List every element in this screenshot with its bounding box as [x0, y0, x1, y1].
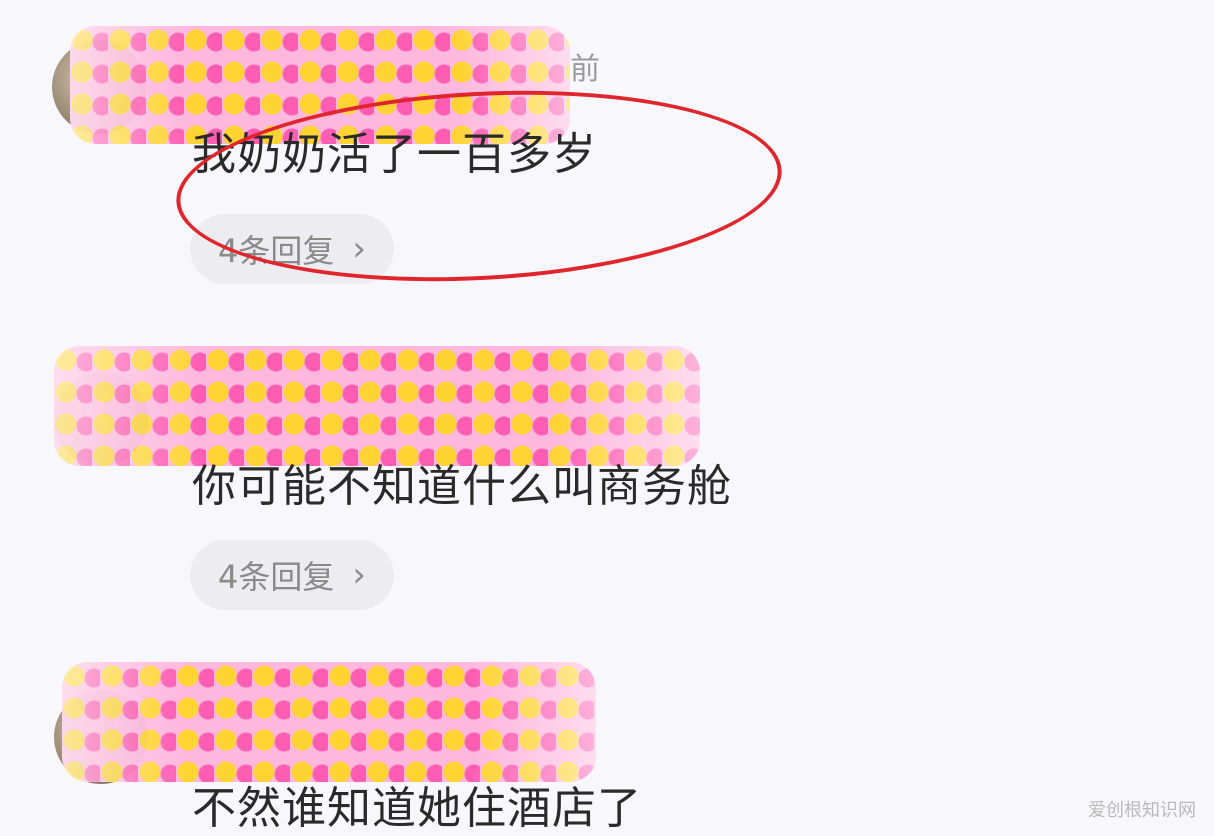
view-replies-button[interactable]: 4条回复 › [190, 540, 394, 610]
watermark: 爱创根知识网 [1088, 800, 1196, 821]
username-emoji-mask [62, 662, 596, 782]
comment-text: 不然谁知道她住酒店了 [192, 783, 642, 834]
chevron-right-icon: › [352, 555, 366, 595]
comment-time: 前 [570, 52, 600, 87]
comment-text: 你可能不知道什么叫商务舱 [192, 461, 732, 512]
reply-count-label: 4条回复 [218, 558, 335, 596]
username-emoji-mask [54, 346, 700, 466]
